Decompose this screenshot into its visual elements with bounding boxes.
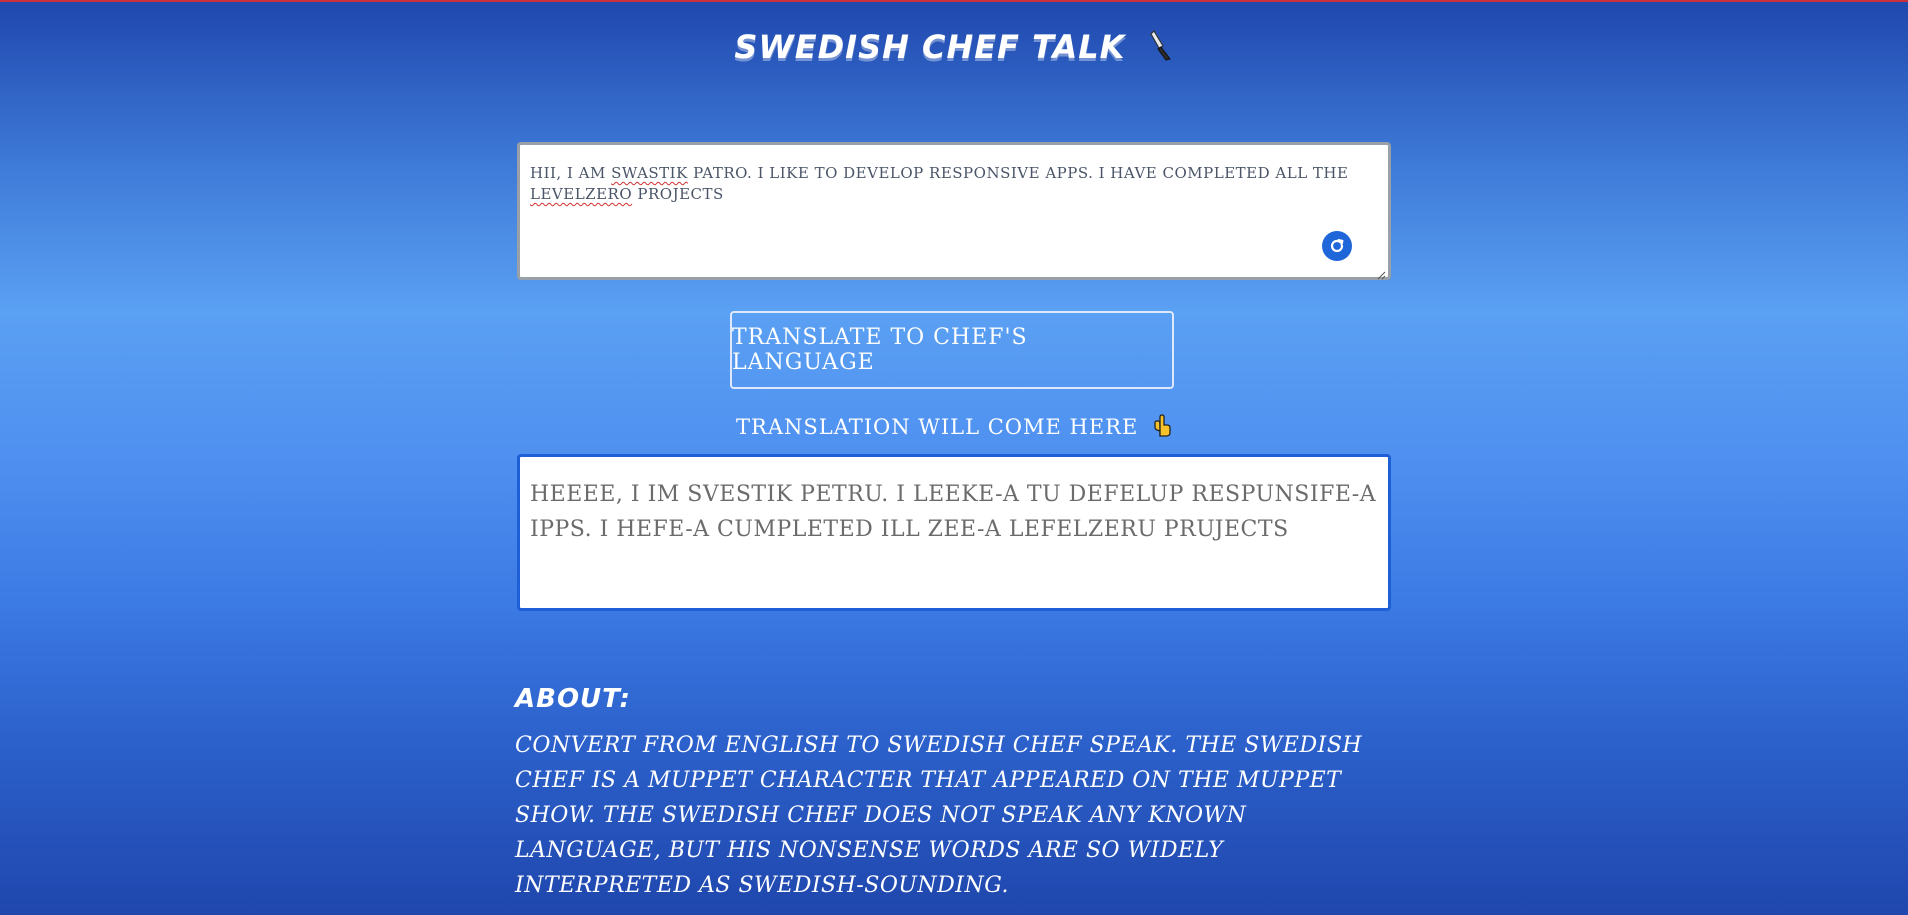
english-input-value[interactable]: HII, I AM SWASTIK PATRO. I LIKE TO DEVEL… <box>530 163 1372 205</box>
pointing-down-hand-icon <box>1154 414 1172 443</box>
page-title-text: SWEDISH CHEF TALK <box>734 28 1126 66</box>
top-accent-line <box>0 0 1908 2</box>
knife-icon <box>1148 29 1174 69</box>
translate-button[interactable]: TRANSLATE TO CHEF'S LANGUAGE <box>730 311 1174 389</box>
page-title: SWEDISH CHEF TALK <box>0 28 1908 69</box>
translation-output-box: HEEEE, I IM SVESTIK PETRU. I LEEKE-A TU … <box>517 454 1391 611</box>
translation-output-text: HEEEE, I IM SVESTIK PETRU. I LEEKE-A TU … <box>530 482 1377 542</box>
about-title: ABOUT: <box>515 684 631 714</box>
resize-handle[interactable] <box>1376 265 1386 280</box>
refresh-icon <box>1330 239 1344 253</box>
input-text-part: PATRO. I LIKE TO DEVELOP RESPONSIVE APPS… <box>687 164 1349 182</box>
input-text-part: PROJECTS <box>632 185 724 203</box>
output-label: TRANSLATION WILL COME HERE <box>0 414 1908 443</box>
english-input-textarea[interactable]: HII, I AM SWASTIK PATRO. I LIKE TO DEVEL… <box>517 142 1391 280</box>
input-text-misspelled: SWASTIK <box>611 164 688 182</box>
about-text: CONVERT FROM ENGLISH TO SWEDISH CHEF SPE… <box>515 733 1363 898</box>
refresh-button[interactable] <box>1322 231 1352 261</box>
output-label-text: TRANSLATION WILL COME HERE <box>736 415 1139 439</box>
input-text-part: HII, I AM <box>530 164 612 182</box>
input-text-misspelled: LEVELZERO <box>530 185 633 203</box>
